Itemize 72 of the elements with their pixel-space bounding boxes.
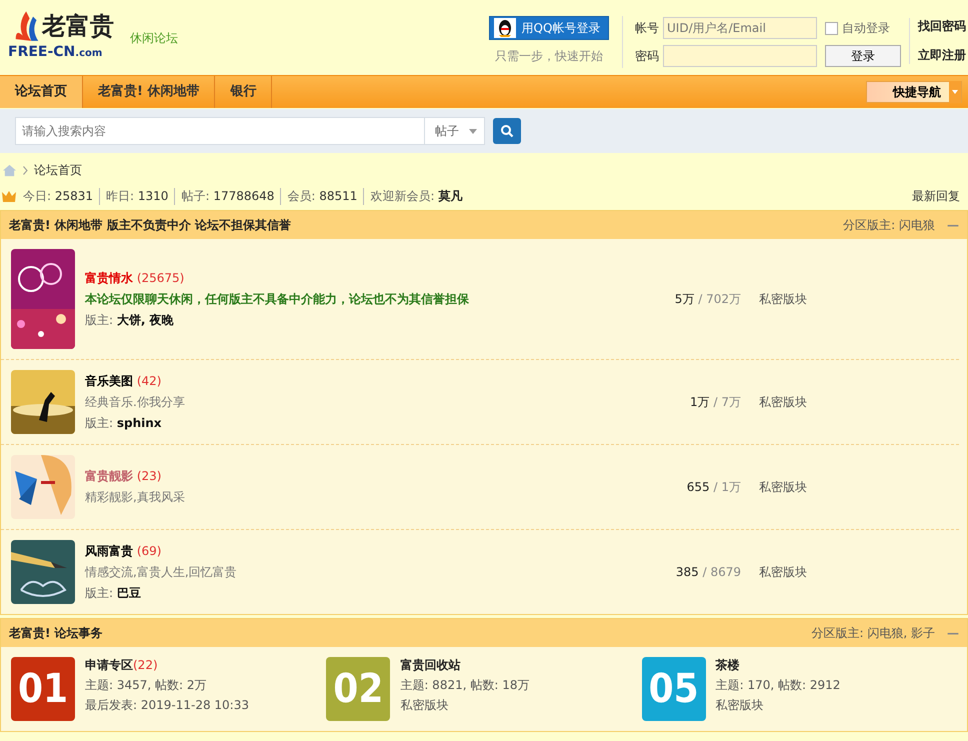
new-post-count: (23) [136,469,162,483]
nav-tab[interactable]: 银行 [215,76,272,108]
logo-text: 老富贵 [42,10,114,42]
last-post: 私密版块 [759,478,807,496]
forum-stats: 5万 / 702万 [674,290,741,308]
search-scope-dropdown[interactable]: 帖子 [425,117,485,145]
username-label: 帐号 [635,20,659,36]
section-moderators: 分区版主: 闪电狼 [843,216,935,234]
forum-tile[interactable]: 01 [11,657,75,721]
forum-stats: 1万 / 7万 [689,394,741,410]
forum-name[interactable]: 申请专区 [85,658,133,672]
new-post-count: (42) [136,374,162,388]
new-post-count: (25675) [136,270,184,284]
logo-tagline: 休闲论坛 [130,30,178,47]
username-field[interactable]: UID/用户名/Email [663,17,817,39]
forum-name[interactable]: 音乐美图 [85,374,133,388]
caret-icon [469,128,477,134]
register-link[interactable]: 立即注册 [918,47,966,64]
new-post-count: (22) [133,658,158,672]
penguin-icon [494,18,516,38]
crown-icon [1,189,17,203]
qq-login-hint: 只需一步，快速开始 [495,48,603,65]
forum-description: 本论坛仅限聊天休闲，任何版主不具备中介能力，论坛也不为其信誉担保 [85,290,470,308]
login-button[interactable]: 登录 [825,45,901,67]
password-label: 密码 [635,48,659,64]
forum-stats: 主题: 8821, 帖数: 18万 [400,677,530,694]
stat-item: 欢迎新会员: 莫凡 [363,188,462,204]
forum-moderators: 版主: 巴豆 [85,584,142,602]
section-title[interactable]: 老富贵! 论坛事务 [9,624,103,642]
stat-item: 今日: 25831 [23,188,94,204]
last-post: 私密版块 [759,564,807,580]
forum-description: 经典音乐.你我分享 [85,394,186,410]
new-post-count: (69) [136,544,162,558]
search-icon [500,124,514,138]
nav-tab[interactable]: 论坛首页 [0,76,83,108]
chevron-icon [23,166,28,174]
last-post: 私密版块 [759,290,807,308]
forum-name[interactable]: 富贵靓影 [85,469,133,483]
forgot-password-link[interactable]: 找回密码 [918,18,966,35]
section-title[interactable]: 老富贵! 休闲地带 版主不负责中介 论坛不担保其信誉 [9,216,292,234]
forum-stats: 655 / 1万 [686,478,741,496]
stat-item: 帖子: 17788648 [174,188,274,204]
search-field[interactable]: 请输入搜索内容 [15,117,425,145]
caret-icon [952,90,958,94]
last-post: 私密版块 [400,697,450,714]
search-button[interactable] [493,118,521,144]
last-post: 最后发表: 2019-11-28 10:33 [85,697,249,714]
home-icon[interactable] [2,164,17,176]
forum-name[interactable]: 富贵回收站 [400,658,460,672]
forum-moderators: 版主: 大饼, 夜晚 [85,312,175,328]
forum-moderators: 版主: sphinx [85,414,163,432]
section-moderators: 分区版主: 闪电狼, 影子 [812,624,935,642]
stat-item: 会员: 88511 [280,188,358,204]
logo-domain: FREE-CN.com [8,44,102,60]
forum-stats: 主题: 3457, 帖数: 2万 [85,677,208,694]
breadcrumb-link[interactable]: 论坛首页 [34,162,82,178]
latest-replies-link[interactable]: 最新回复 [912,188,960,204]
password-field[interactable] [663,45,817,67]
forum-description: 精彩靓影,真我风采 [85,489,186,506]
quick-nav-button[interactable]: 快捷导航 [866,81,962,103]
last-post: 私密版块 [716,697,765,714]
forum-name[interactable]: 风雨富贵 [85,544,133,558]
forum-name[interactable]: 茶楼 [716,658,740,672]
forum-description: 情感交流,富贵人生,回忆富贵 [85,564,238,580]
auto-login-checkbox[interactable]: 自动登录 [825,20,890,36]
forum-name[interactable]: 富贵情水 [85,270,133,284]
qq-login-button[interactable]: 用QQ帐号登录 [488,16,610,40]
forum-stats: 主题: 170, 帖数: 2912 [716,677,840,694]
nav-tab[interactable]: 老富贵! 休闲地带 [83,76,216,108]
last-post: 私密版块 [759,394,807,410]
forum-stats: 385 / 8679 [674,565,741,579]
stat-item: 昨日: 1310 [99,188,168,204]
